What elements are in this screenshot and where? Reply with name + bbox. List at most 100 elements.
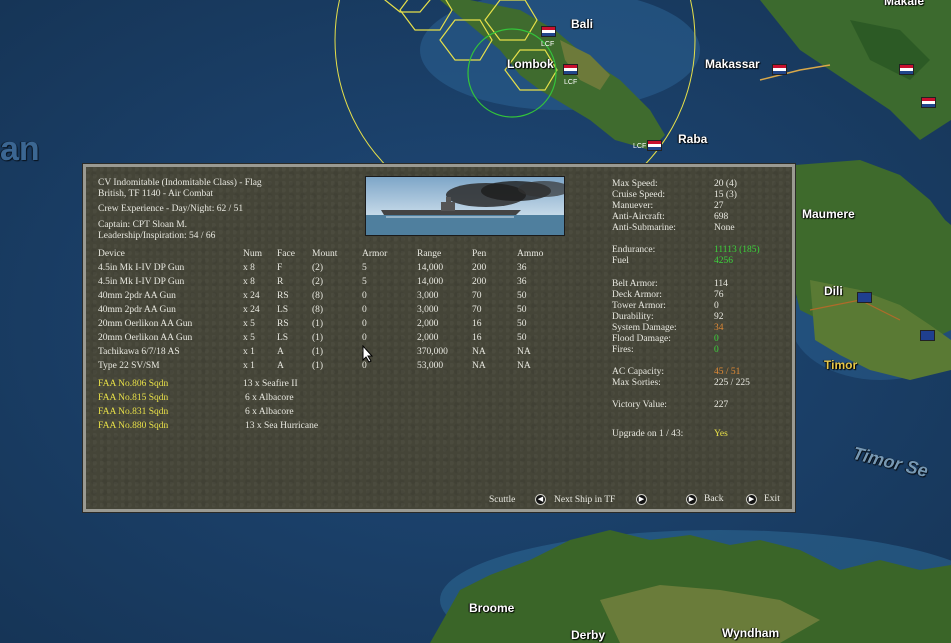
column-header: Armor <box>362 249 388 259</box>
air-group-aircraft: 13 x Seafire II <box>243 379 298 389</box>
device-cell: NA <box>517 347 531 357</box>
arrow-left-icon: ◀ <box>535 494 546 505</box>
column-header: Face <box>277 249 295 259</box>
device-cell: 3,000 <box>417 305 439 315</box>
device-cell: 70 <box>472 305 482 315</box>
device-cell: x 24 <box>243 305 260 315</box>
map-label-raba[interactable]: Raba <box>678 132 707 146</box>
map-label-derby[interactable]: Derby <box>571 628 605 642</box>
next-ship-button[interactable]: ▶ <box>636 494 647 505</box>
netherlands-flag-icon[interactable] <box>563 64 578 75</box>
device-cell: NA <box>517 361 531 371</box>
device-cell: (1) <box>312 319 324 329</box>
ship-task-force: British, TF 1140 - Air Combat <box>98 189 214 199</box>
base-tag: LCF <box>541 41 555 48</box>
scuttle-button[interactable]: Scuttle <box>489 495 515 506</box>
device-row[interactable]: Type 22 SV/SM x 1 A (1) 0 53,000 NA NA <box>98 361 557 375</box>
device-cell: R <box>277 277 284 287</box>
device-cell: Type 22 SV/SM <box>98 361 160 371</box>
device-cell: (1) <box>312 333 324 343</box>
device-cell: Tachikawa 6/7/18 AS <box>98 347 180 357</box>
device-cell: x 8 <box>243 277 255 287</box>
device-cell: 5 <box>362 277 367 287</box>
device-cell: x 5 <box>243 319 255 329</box>
device-row[interactable]: 20mm Oerlikon AA Gun x 5 RS (1) 0 2,000 16 50 <box>98 319 557 333</box>
device-cell: F <box>277 263 283 273</box>
netherlands-flag-icon[interactable] <box>899 64 914 75</box>
device-row[interactable]: 20mm Oerlikon AA Gun x 5 LS (1) 0 2,000 16 50 <box>98 333 557 347</box>
air-group-aircraft: 6 x Albacore <box>245 393 294 403</box>
map-label-broome[interactable]: Broome <box>469 601 514 615</box>
map-label-lombok[interactable]: Lombok <box>507 57 554 71</box>
device-cell: 50 <box>517 305 527 315</box>
base-tag: LCF <box>633 143 647 150</box>
device-cell: (1) <box>312 361 324 371</box>
device-cell: RS <box>277 291 289 301</box>
device-row[interactable]: Tachikawa 6/7/18 ASx 1A(1)0370,000NANA <box>98 347 557 361</box>
air-group-row[interactable]: FAA No.831 Sqdn 6 x Albacore <box>98 407 318 421</box>
device-cell: 5 <box>362 263 367 273</box>
device-cell: 200 <box>472 263 487 273</box>
air-group-row[interactable]: FAA No.806 Sqdn 13 x Seafire II <box>98 379 318 393</box>
device-cell: 3,000 <box>417 291 439 301</box>
device-table: Device Num Face Mount Armor Range Pen Ammo 4.5in… <box>98 249 557 375</box>
air-group-name[interactable]: FAA No.806 Sqdn <box>98 379 243 393</box>
map-label-makassar[interactable]: Makassar <box>705 57 760 71</box>
air-group-name[interactable]: FAA No.815 Sqdn <box>98 393 243 407</box>
device-cell: 200 <box>472 277 487 287</box>
device-cell: (2) <box>312 277 324 287</box>
map-label-wyndham[interactable]: Wyndham <box>722 626 779 640</box>
netherlands-flag-icon[interactable] <box>921 97 936 108</box>
map-label-dili[interactable]: Dili <box>824 284 843 298</box>
netherlands-flag-icon[interactable] <box>647 140 662 151</box>
device-cell: LS <box>277 333 289 343</box>
map-label-bali[interactable]: Bali <box>571 17 593 31</box>
device-cell: 0 <box>362 361 367 371</box>
device-cell: 50 <box>517 333 527 343</box>
air-group-name[interactable]: FAA No.831 Sqdn <box>98 407 243 421</box>
map-label-makale[interactable]: Makale <box>884 0 924 8</box>
device-cell: 50 <box>517 319 527 329</box>
map-label-maumere[interactable]: Maumere <box>802 207 855 221</box>
device-row[interactable]: 4.5in Mk I-IV DP Gun x 8 F (2) 5 14,000 200 36 <box>98 263 557 277</box>
next-ship-label[interactable]: Next Ship in TF <box>554 495 615 506</box>
device-cell: NA <box>472 347 486 357</box>
device-cell: (8) <box>312 305 324 315</box>
device-cell: 16 <box>472 333 482 343</box>
netherlands-flag-icon[interactable] <box>772 64 787 75</box>
map-label-timor: Timor <box>824 358 858 372</box>
device-cell: 36 <box>517 277 527 287</box>
device-cell: 2,000 <box>417 333 439 343</box>
air-group-row[interactable]: FAA No.880 Sqdn 13 x Sea Hurricane <box>98 421 318 435</box>
uk-flag-icon[interactable] <box>857 292 872 303</box>
device-row[interactable]: 4.5in Mk I-IV DP Gun x 8 R (2) 5 14,000 200 36 <box>98 277 557 291</box>
device-row[interactable]: 40mm 2pdr AA Gun x 24 RS (8) 0 3,000 70 50 <box>98 291 557 305</box>
device-cell: 0 <box>362 305 367 315</box>
column-header: Pen <box>472 249 487 259</box>
arrow-right-icon: ▶ <box>686 494 697 505</box>
ship-detail-panel: CV Indomitable (Indomitable Class) - Fla… <box>82 163 796 513</box>
exit-button[interactable]: ▶ Exit <box>746 494 780 505</box>
ship-title: CV Indomitable (Indomitable Class) - Fla… <box>98 178 262 188</box>
uk-flag-icon[interactable] <box>920 330 935 341</box>
device-cell: 20mm Oerlikon AA Gun <box>98 333 193 343</box>
crew-experience: Crew Experience - Day/Night: 62 / 51 <box>98 204 244 214</box>
captain[interactable]: Captain: CPT Sloan M. <box>98 220 187 231</box>
prev-ship-button[interactable]: ◀ <box>535 494 546 505</box>
air-group-row[interactable]: FAA No.815 Sqdn 6 x Albacore <box>98 393 318 407</box>
mouse-cursor-icon <box>362 345 374 363</box>
device-cell: 14,000 <box>417 263 444 273</box>
device-cell: x 5 <box>243 333 255 343</box>
device-cell: 0 <box>362 319 367 329</box>
netherlands-flag-icon[interactable] <box>541 26 556 37</box>
arrow-right-icon: ▶ <box>636 494 647 505</box>
device-row[interactable]: 40mm 2pdr AA Gun x 24 LS (8) 0 3,000 70 50 <box>98 305 557 319</box>
device-cell: x 8 <box>243 263 255 273</box>
device-cell: 370,000 <box>417 347 448 357</box>
air-group-name[interactable]: FAA No.880 Sqdn <box>98 421 243 435</box>
column-header: Range <box>417 249 442 259</box>
device-cell: 4.5in Mk I-IV DP Gun <box>98 277 185 287</box>
device-cell: 0 <box>362 291 367 301</box>
device-cell: RS <box>277 319 289 329</box>
back-button[interactable]: ▶ Back <box>686 494 724 505</box>
